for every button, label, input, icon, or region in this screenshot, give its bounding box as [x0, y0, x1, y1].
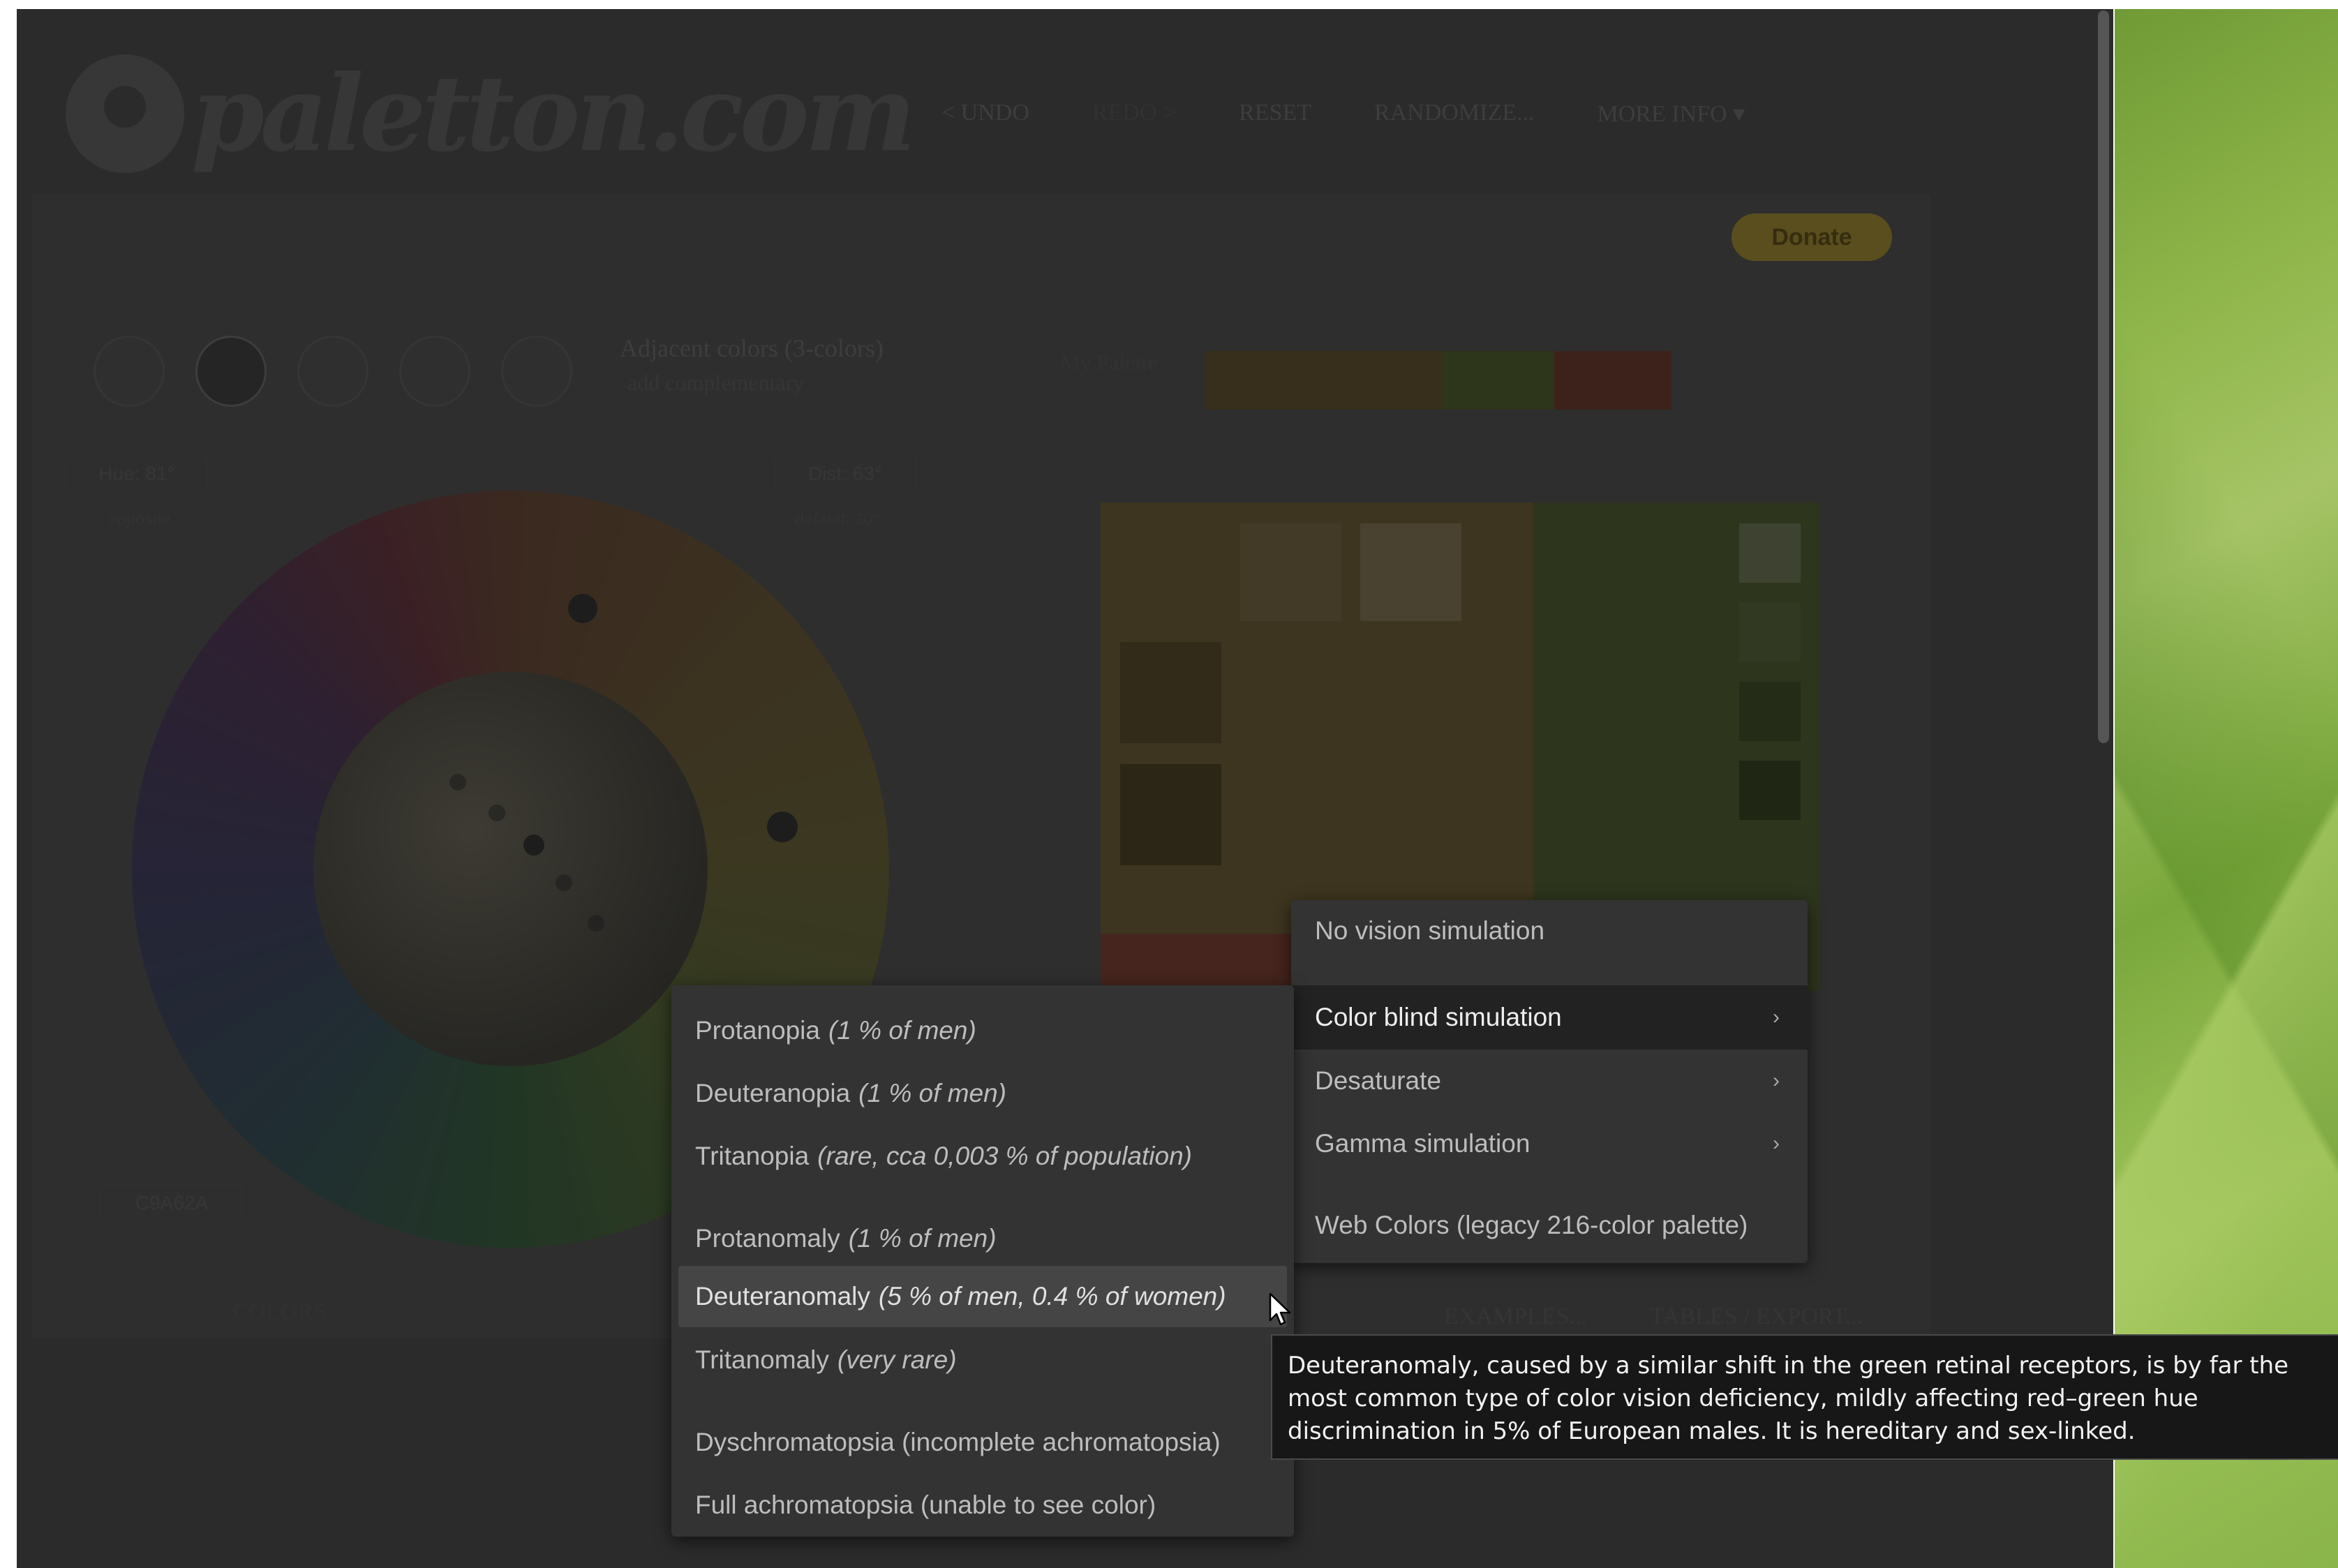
scheme-selector — [94, 336, 572, 407]
bottom-tabs: EXAMPLES... TABLES / EXPORT... — [1444, 1304, 1863, 1330]
base-rgb-label: Base RGB: — [121, 1152, 220, 1174]
tooltip-line: discrimination in 5% of European males. … — [1288, 1417, 2136, 1445]
deuteranomaly-tooltip: Deuteranomaly, caused by a similar shift… — [1271, 1334, 2338, 1460]
chevron-right-icon: › — [1773, 1006, 1780, 1029]
tooltip-line: Deuteranomaly, caused by a similar shift… — [1288, 1352, 2289, 1380]
randomize-button[interactable]: RANDOMIZE... — [1374, 100, 1534, 128]
submenu-item-tritanomaly[interactable]: Tritanomaly (very rare) — [671, 1329, 1294, 1391]
preview-swatch — [1360, 523, 1461, 621]
wheel-shade-dot — [489, 805, 505, 821]
scrollbar-thumb[interactable] — [2098, 10, 2109, 743]
submenu-item-protanopia[interactable]: Protanopia (1 % of men) — [671, 999, 1294, 1062]
color-wheel-center[interactable] — [313, 672, 708, 1066]
opposite-label[interactable]: opposite — [107, 510, 171, 530]
wheel-shade-dot — [449, 774, 466, 791]
menu-item-label: Color blind simulation — [1315, 1003, 1562, 1031]
paletton-logo[interactable]: paletton.com — [66, 37, 916, 191]
menu-item-desaturate[interactable]: Desaturate › — [1291, 1050, 1808, 1112]
wheel-shade-dot — [556, 874, 572, 891]
redo-button[interactable]: REDO > — [1092, 100, 1176, 128]
vision-simulation-menu: No vision simulation Color blind simulat… — [1291, 900, 1808, 1263]
submenu-item-name: Tritanopia — [695, 1142, 810, 1170]
palette-strip-primary — [1205, 351, 1443, 410]
submenu-item-note: (rare, cca 0,003 % of population) — [817, 1142, 1192, 1170]
menu-item-web-colors[interactable]: Web Colors (legacy 216-color palette) — [1291, 1193, 1808, 1257]
submenu-item-name: Tritanomaly — [695, 1345, 829, 1374]
wheel-handle-center[interactable] — [523, 835, 544, 856]
submenu-item-name: Deuteranomaly — [695, 1282, 870, 1311]
tab-tables-export[interactable]: TABLES / EXPORT... — [1650, 1304, 1863, 1330]
submenu-item-note: (very rare) — [837, 1345, 957, 1374]
submenu-item-deuteranopia[interactable]: Deuteranopia (1 % of men) — [671, 1062, 1294, 1125]
submenu-item-name: Deuteranopia — [695, 1079, 851, 1107]
menu-item-color-blind-simulation[interactable]: Color blind simulation › — [1291, 985, 1808, 1050]
preview-swatch — [1120, 764, 1221, 865]
preview-swatch — [1120, 642, 1221, 743]
preview-swatch — [1240, 523, 1341, 621]
chevron-right-icon: › — [1773, 1132, 1780, 1155]
menu-item-label: No vision simulation — [1315, 916, 1545, 945]
menu-item-label: Gamma simulation — [1315, 1129, 1531, 1158]
palette-strip[interactable] — [1205, 351, 1671, 410]
submenu-item-note: (1 % of men) — [848, 1224, 997, 1253]
submenu-item-note: (1 % of men) — [828, 1016, 976, 1045]
wheel-shade-dot — [588, 915, 604, 932]
base-rgb-field[interactable]: C9A62A — [100, 1185, 243, 1221]
submenu-item-protanomaly[interactable]: Protanomaly (1 % of men) — [671, 1207, 1294, 1270]
submenu-item-tritanopia[interactable]: Tritanopia (rare, cca 0,003 % of populat… — [671, 1125, 1294, 1188]
menu-item-gamma-simulation[interactable]: Gamma simulation › — [1291, 1112, 1808, 1175]
reset-button[interactable]: RESET — [1239, 100, 1311, 128]
preview-swatch — [1739, 602, 1801, 662]
submenu-item-name: Protanopia — [695, 1016, 820, 1045]
triad-scheme-icon[interactable] — [297, 336, 368, 407]
tab-colors[interactable]: COLORS — [233, 1299, 327, 1325]
donate-button[interactable]: Donate — [1732, 214, 1892, 261]
free-style-scheme-icon[interactable] — [501, 336, 572, 407]
wheel-handle-primary[interactable] — [767, 812, 798, 842]
menu-item-label: Desaturate — [1315, 1066, 1441, 1095]
tetrad-scheme-icon[interactable] — [399, 336, 470, 407]
scheme-title: Adjacent colors (3-colors) — [620, 334, 884, 362]
preview-swatch — [1739, 682, 1801, 741]
chevron-right-icon: › — [1773, 1069, 1780, 1092]
logo-mark-icon — [66, 54, 184, 173]
undo-button[interactable]: < UNDO — [941, 100, 1029, 128]
submenu-item-deuteranomaly[interactable]: Deuteranomaly (5 % of men, 0.4 % of wome… — [678, 1266, 1287, 1327]
submenu-item-dyschromatopsia[interactable]: Dyschromatopsia (incomplete achromatopsi… — [671, 1411, 1294, 1474]
mono-scheme-icon[interactable] — [94, 336, 165, 407]
submenu-item-note: (1 % of men) — [858, 1079, 1006, 1107]
logo-text: paletton.com — [191, 52, 916, 175]
menu-item-label: Web Colors (legacy 216-color palette) — [1315, 1211, 1748, 1239]
submenu-item-note: (5 % of men, 0.4 % of women) — [878, 1282, 1226, 1311]
submenu-item-name: Full achromatopsia (unable to see color) — [695, 1491, 1156, 1519]
tab-examples[interactable]: EXAMPLES... — [1444, 1304, 1587, 1330]
submenu-item-name: Protanomaly — [695, 1224, 840, 1253]
preview-swatch — [1739, 523, 1801, 583]
distance-field[interactable]: Dist: 63° — [774, 456, 916, 492]
preview-swatch — [1739, 761, 1801, 820]
submenu-item-name: Dyschromatopsia (incomplete achromatopsi… — [695, 1428, 1221, 1456]
wheel-handle-secondary[interactable] — [568, 594, 597, 623]
default-distance-label[interactable]: default: 30° — [795, 510, 880, 530]
top-nav: < UNDO REDO > RESET RANDOMIZE... MORE IN… — [941, 100, 1745, 128]
menu-item-no-vision-simulation[interactable]: No vision simulation — [1291, 906, 1808, 956]
adjacent-scheme-icon[interactable] — [195, 336, 267, 407]
more-info-menu[interactable]: MORE INFO ▾ — [1598, 100, 1745, 128]
hue-field[interactable]: Hue: 81° — [66, 456, 208, 492]
palette-strip-secondary — [1443, 351, 1554, 410]
submenu-item-full-achromatopsia[interactable]: Full achromatopsia (unable to see color) — [671, 1474, 1294, 1537]
add-complementary-toggle[interactable]: add complementary — [627, 370, 804, 396]
mouse-pointer-icon — [1269, 1292, 1291, 1326]
color-blind-submenu: Protanopia (1 % of men) Deuteranopia (1 … — [671, 985, 1294, 1537]
palette-strip-complement — [1554, 351, 1671, 410]
tooltip-line: most common type of color vision deficie… — [1288, 1384, 2198, 1412]
my-palette-label: My Palette — [1060, 350, 1158, 375]
